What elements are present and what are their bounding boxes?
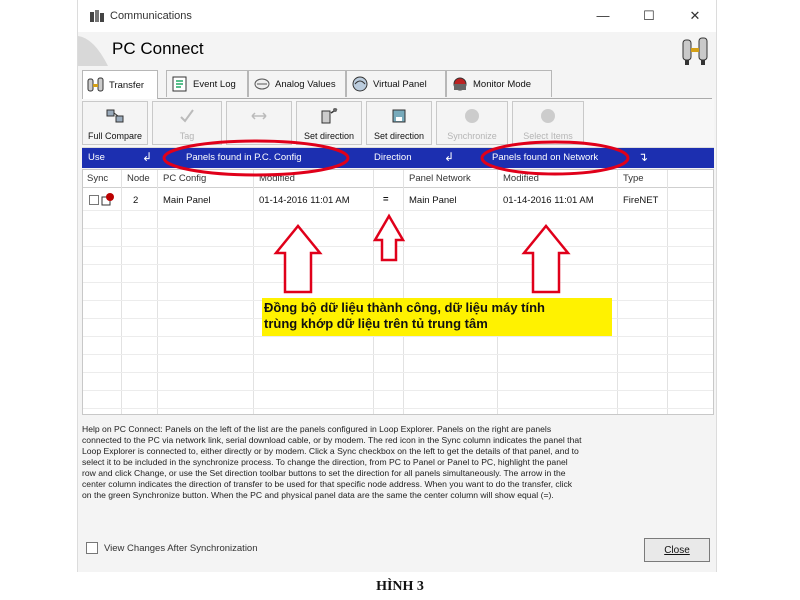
tab-label: Event Log — [193, 78, 236, 90]
check-icon — [180, 109, 194, 123]
col-modified-pc: Modified — [259, 173, 295, 184]
col-pc-config: PC Config — [163, 173, 207, 184]
analog-values-icon — [254, 78, 270, 90]
help-line: center column indicates the direction of… — [82, 479, 573, 489]
annotation-line: Đồng bộ dữ liệu thành công, dữ liệu máy … — [264, 300, 545, 315]
toolbar-label: Select Items — [523, 131, 573, 141]
direction-arrow-icon[interactable]: ↲ — [444, 150, 454, 164]
virtual-panel-icon — [352, 76, 368, 92]
pc-connect-icon — [682, 37, 708, 65]
toolbar-label: Set direction — [303, 131, 355, 141]
help-line: on the green Synchronize button. When th… — [82, 490, 554, 500]
help-line: Help on PC Connect: Panels on the left o… — [82, 424, 552, 434]
tab-strip: Transfer Event Log Analog Values Virtual… — [82, 70, 712, 99]
compare-icon — [106, 109, 124, 123]
col-modified-net: Modified — [503, 173, 539, 184]
node-cell: 2 — [133, 195, 139, 206]
view-changes-label: View Changes After Synchronization — [104, 542, 258, 554]
tab-virtual-panel[interactable]: Virtual Panel — [346, 70, 446, 97]
network-header: Panels found on Network — [492, 152, 599, 163]
tab-transfer[interactable]: Transfer — [82, 70, 158, 99]
panel-grid: Sync Node PC Config Modified Panel Netwo… — [82, 169, 714, 415]
app-icon — [90, 10, 104, 22]
modified-pc-cell: 01-14-2016 11:01 AM — [259, 195, 350, 206]
tab-label: Monitor Mode — [473, 78, 532, 90]
figure-caption: HÌNH 3 — [376, 579, 424, 594]
close-window-button[interactable]: ✕ — [683, 6, 707, 26]
set-direction-panel-icon — [392, 109, 406, 123]
set-direction-pc-icon — [321, 108, 338, 124]
view-changes-checkbox[interactable] — [86, 542, 98, 554]
set-direction-pc-button[interactable]: Set direction — [296, 101, 362, 145]
help-line: connected to the PC via network link, se… — [82, 435, 582, 445]
toolbar-label: Full Compare — [87, 131, 143, 141]
communications-window: Communications — ☐ ✕ PC Connect Transfer… — [77, 0, 717, 572]
toolbar: Full Compare Tag Set direction Set direc… — [82, 99, 714, 148]
header-decoration — [78, 36, 108, 66]
success-annotation: Đồng bộ dữ liệu thành công, dữ liệu máy … — [262, 298, 612, 336]
modified-net-cell: 01-14-2016 11:01 AM — [503, 195, 594, 206]
col-node: Node — [127, 173, 150, 184]
direction-cell[interactable]: = — [383, 194, 389, 205]
swap-button[interactable] — [226, 101, 292, 145]
tab-label: Analog Values — [275, 78, 336, 90]
page-header: PC Connect — [78, 32, 716, 68]
window-title: Communications — [110, 10, 192, 22]
toolbar-label: Synchronize — [447, 131, 497, 141]
full-compare-button[interactable]: Full Compare — [82, 101, 148, 145]
select-items-button[interactable]: Select Items — [512, 101, 584, 145]
page-title: PC Connect — [112, 39, 204, 58]
arrows-icon — [251, 112, 267, 120]
panel-network-cell: Main Panel — [409, 195, 457, 206]
toolbar-label: Set direction — [373, 131, 425, 141]
tab-analog-values[interactable]: Analog Values — [248, 70, 346, 97]
event-log-icon — [172, 76, 187, 92]
grid-header: Sync Node PC Config Modified Panel Netwo… — [83, 170, 713, 188]
help-line: row and click Change, or use the Set dir… — [82, 468, 566, 478]
tab-label: Virtual Panel — [373, 78, 427, 90]
transfer-icon — [87, 77, 104, 92]
help-text: Help on PC Connect: Panels on the left o… — [82, 424, 714, 520]
tag-button[interactable]: Tag — [152, 101, 222, 145]
direction-label: Direction — [374, 152, 412, 163]
toolbar-label: Tag — [179, 131, 195, 141]
network-arrow-icon[interactable]: ↴ — [638, 150, 648, 164]
minimize-button[interactable]: — — [591, 6, 615, 26]
direction-header-bar: Use ↲ Panels found in P.C. Config Direct… — [82, 148, 714, 168]
col-panel-network: Panel Network — [409, 173, 471, 184]
tab-event-log[interactable]: Event Log — [166, 70, 248, 97]
maximize-button[interactable]: ☐ — [637, 6, 661, 26]
pc-config-header: Panels found in P.C. Config — [186, 152, 302, 163]
annotation-line: trùng khớp dữ liệu trên tủ trung tâm — [264, 316, 488, 331]
connected-panel-icon — [101, 193, 114, 206]
monitor-mode-icon — [453, 77, 467, 91]
help-line: Loop Explorer is connected to, either di… — [82, 446, 579, 456]
col-type: Type — [623, 173, 644, 184]
synchronize-button[interactable]: Synchronize — [436, 101, 508, 145]
use-label: Use — [88, 152, 105, 163]
pc-config-cell: Main Panel — [163, 195, 211, 206]
sync-checkbox[interactable] — [89, 195, 99, 205]
synchronize-icon — [465, 109, 479, 123]
help-line: select it to be included in the synchron… — [82, 457, 568, 467]
type-cell: FireNET — [623, 195, 659, 206]
tab-monitor-mode[interactable]: Monitor Mode — [446, 70, 552, 97]
select-items-icon — [541, 109, 555, 123]
tab-label: Transfer — [109, 79, 145, 91]
view-changes-option[interactable]: View Changes After Synchronization — [86, 542, 258, 554]
close-button[interactable]: Close — [644, 538, 710, 562]
title-bar: Communications — ☐ ✕ — [78, 0, 716, 32]
use-arrow-icon[interactable]: ↲ — [142, 150, 152, 164]
col-sync: Sync — [87, 173, 109, 184]
set-direction-panel-button[interactable]: Set direction — [366, 101, 432, 145]
